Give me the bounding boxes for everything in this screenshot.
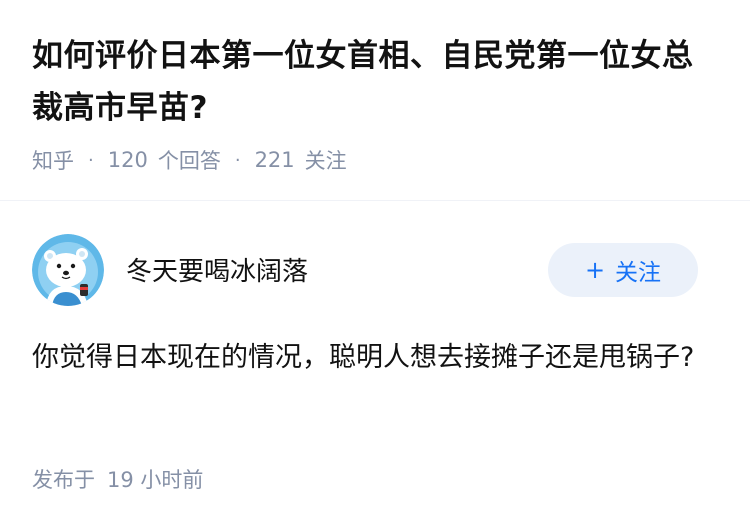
author-row: 冬天要喝冰阔落 + 关注 (32, 234, 700, 306)
author-name[interactable]: 冬天要喝冰阔落 (126, 251, 548, 288)
follow-button[interactable]: + 关注 (548, 243, 698, 297)
source-label[interactable]: 知乎 (32, 145, 74, 175)
plus-icon: + (584, 256, 606, 284)
polar-bear-avatar-icon (32, 234, 104, 306)
question-header: 如何评价日本第一位女首相、自民党第一位女总裁高市早苗? 知乎 · 120 个回答… (32, 30, 722, 176)
question-meta: 知乎 · 120 个回答 · 221 关注 (32, 144, 722, 176)
meta-separator: · (234, 149, 241, 171)
meta-separator: · (88, 149, 94, 171)
follow-button-label: 关注 (615, 260, 662, 286)
avatar[interactable] (32, 234, 104, 306)
follower-count: 221 (254, 148, 295, 172)
answer-content[interactable]: 你觉得日本现在的情况，聪明人想去接摊子还是甩锅子? (32, 334, 712, 381)
publish-label: 发布于 (32, 468, 95, 492)
follower-count-label: 关注 (304, 149, 347, 173)
publish-info: 发布于 19 小时前 (32, 464, 203, 494)
answer-count: 120 (107, 148, 148, 172)
answer-count-label[interactable]: 个回答 (158, 145, 221, 175)
publish-time: 19 小时前 (107, 468, 204, 492)
section-divider (0, 200, 750, 201)
question-title[interactable]: 如何评价日本第一位女首相、自民党第一位女总裁高市早苗? (32, 30, 722, 134)
